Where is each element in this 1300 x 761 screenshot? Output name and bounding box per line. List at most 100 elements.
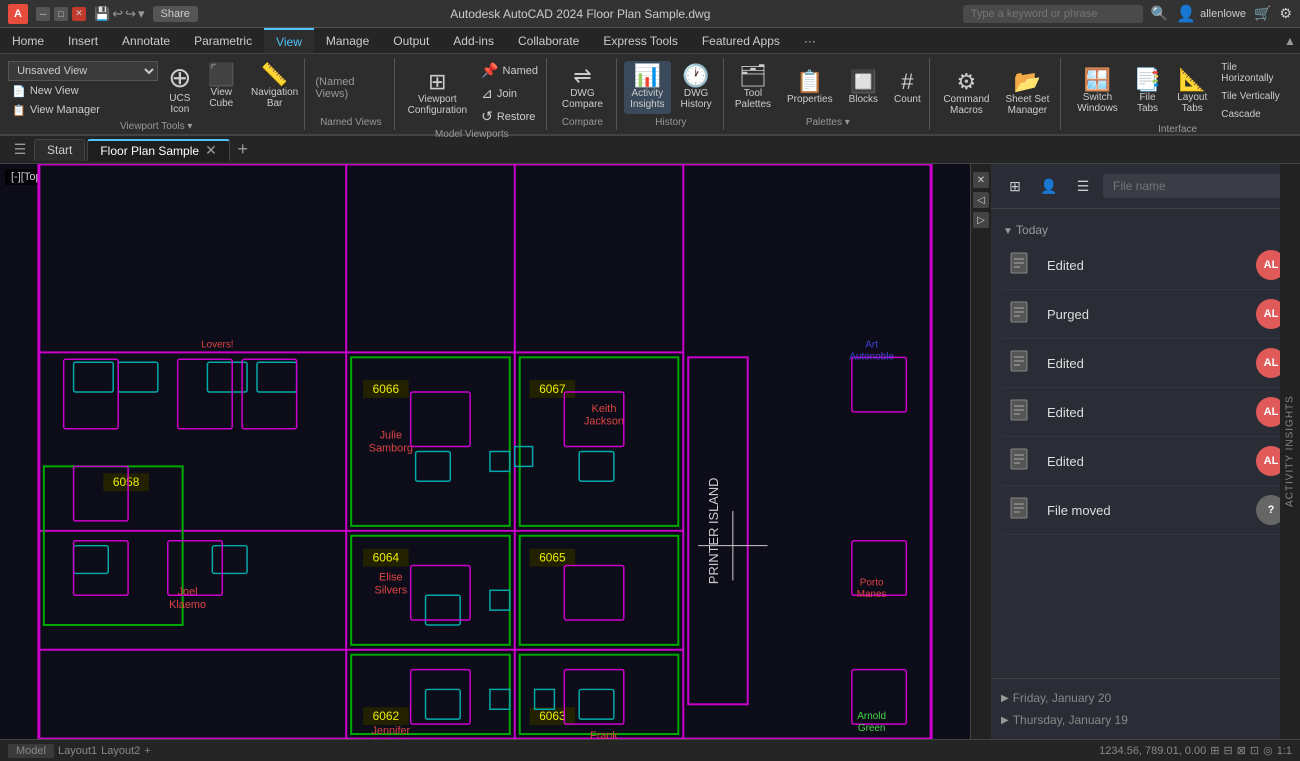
svg-text:6067: 6067 <box>539 382 565 396</box>
panel-search-input[interactable] <box>1103 174 1290 198</box>
svg-text:Green: Green <box>858 723 886 734</box>
section-today: ▼ Today <box>1001 223 1290 237</box>
restore-btn[interactable]: □ <box>54 7 68 21</box>
save-icon[interactable]: 💾 <box>94 6 110 22</box>
minimize-btn[interactable]: ─ <box>36 7 50 21</box>
tab-view[interactable]: View <box>264 28 314 53</box>
activity-insights-btn[interactable]: 📊 ActivityInsights <box>624 61 670 114</box>
tab-insert[interactable]: Insert <box>56 28 110 53</box>
tab-floor-plan[interactable]: Floor Plan Sample ✕ <box>87 139 229 161</box>
grid-btn[interactable]: ⊟ <box>1223 744 1232 757</box>
switch-windows-btn[interactable]: 🪟 SwitchWindows <box>1071 65 1124 118</box>
tool-palettes-btn[interactable]: 🗂 ToolPalettes <box>729 61 777 114</box>
ribbon-collapse-btn[interactable]: ▲ <box>1280 28 1300 53</box>
activity-item-purged[interactable]: Purged AL <box>1001 290 1290 339</box>
viewport-config-btn[interactable]: ⊞ ViewportConfiguration <box>402 67 473 120</box>
cascade-btn[interactable]: Cascade <box>1217 107 1284 122</box>
friday-section[interactable]: ▶ Friday, January 20 <box>1001 687 1290 709</box>
svg-text:Art: Art <box>865 339 878 350</box>
blocks-btn[interactable]: 🔲 Blocks <box>843 67 884 109</box>
panel-pin-btn[interactable]: ◁ <box>973 192 989 208</box>
user-info: 👤 allenlowe <box>1176 4 1246 24</box>
tab-parametric[interactable]: Parametric <box>182 28 264 53</box>
file-icon-4 <box>1005 445 1037 477</box>
file-tabs-btn[interactable]: 📑 FileTabs <box>1128 65 1167 118</box>
file-icon-purged <box>1005 298 1037 330</box>
activity-item-edited-1[interactable]: Edited AL <box>1001 241 1290 290</box>
ortho-btn[interactable]: ⊠ <box>1237 744 1246 757</box>
restore-btn2[interactable]: ↺Restore <box>477 106 542 127</box>
ucs-icon-btn[interactable]: ⊕ UCSIcon <box>162 60 197 119</box>
tab-output[interactable]: Output <box>381 28 441 53</box>
tab-close-btn[interactable]: ✕ <box>205 142 217 159</box>
view-dropdown[interactable]: Unsaved View <box>8 61 158 81</box>
undo-icon[interactable]: ↩ <box>112 6 123 22</box>
nav-bar-btn[interactable]: 📏 NavigationBar <box>245 60 304 119</box>
count-btn[interactable]: # Count <box>888 67 927 109</box>
svg-text:6062: 6062 <box>373 709 399 723</box>
panel-view-icon[interactable]: ⊞ <box>1001 172 1029 200</box>
ribbon-group-compare: ⇌ DWGCompare Compare <box>549 58 616 130</box>
tab-addins[interactable]: Add-ins <box>441 28 506 53</box>
dwg-history-btn[interactable]: 🕐 DWGHistory <box>675 61 718 114</box>
thursday-section[interactable]: ▶ Thursday, January 19 <box>1001 709 1290 731</box>
tab-start[interactable]: Start <box>34 139 85 161</box>
command-macros-btn[interactable]: ⚙ CommandMacros <box>937 67 995 120</box>
close-btn[interactable]: ✕ <box>72 7 86 21</box>
search-input[interactable] <box>963 5 1143 23</box>
tab-add-btn[interactable]: + <box>232 139 254 161</box>
file-icon-3 <box>1005 396 1037 428</box>
share-button[interactable]: Share <box>153 6 198 22</box>
title-text: Autodesk AutoCAD 2024 Floor Plan Sample.… <box>206 7 955 21</box>
named-views-label: Named Views <box>320 117 382 128</box>
named-btn[interactable]: 📌Named <box>477 60 542 81</box>
svg-text:Jackson: Jackson <box>584 416 624 428</box>
view-manager-btn[interactable]: 📋 View Manager <box>8 102 158 119</box>
model-tab[interactable]: Model <box>8 744 54 758</box>
history-label: History <box>655 117 686 128</box>
panel-list-icon[interactable]: ☰ <box>1069 172 1097 200</box>
dwg-compare-btn[interactable]: ⇌ DWGCompare <box>556 61 609 114</box>
new-view-btn[interactable]: 📄 New View <box>8 83 158 100</box>
panel-expand-btn[interactable]: ▷ <box>973 212 989 228</box>
tab-menu-btn[interactable]: ☰ <box>8 140 32 160</box>
tab-express[interactable]: Express Tools <box>591 28 689 53</box>
panel-user-icon[interactable]: 👤 <box>1035 172 1063 200</box>
svg-text:6058: 6058 <box>113 475 140 489</box>
ribbon-tabs: Home Insert Annotate Parametric View Man… <box>0 28 1300 54</box>
activity-item-edited-3[interactable]: Edited AL <box>1001 388 1290 437</box>
tab-manage[interactable]: Manage <box>314 28 381 53</box>
activity-item-edited-4[interactable]: Edited AL <box>1001 437 1290 486</box>
join-btn[interactable]: ⊿Join <box>477 83 542 104</box>
settings-icon[interactable]: ⚙ <box>1279 5 1292 22</box>
snap-btn[interactable]: ⊞ <box>1210 744 1219 757</box>
layout2-tab[interactable]: Layout2 <box>101 745 140 757</box>
tile-vertical-btn[interactable]: Tile Vertically <box>1217 89 1284 104</box>
add-layout-btn[interactable]: + <box>144 745 150 757</box>
tab-featured[interactable]: Featured Apps <box>690 28 792 53</box>
search-icon[interactable]: 🔍 <box>1151 5 1168 22</box>
polar-btn[interactable]: ⊡ <box>1250 744 1259 757</box>
tab-collaborate[interactable]: Collaborate <box>506 28 591 53</box>
file-icon-moved <box>1005 494 1037 526</box>
activity-item-file-moved[interactable]: File moved ? <box>1001 486 1290 535</box>
layout1-tab[interactable]: Layout1 <box>58 745 97 757</box>
redo-icon[interactable]: ↪ <box>125 6 136 22</box>
tab-bar: ☰ Start Floor Plan Sample ✕ + <box>0 136 1300 164</box>
app-icon: A <box>8 4 28 24</box>
tab-more[interactable]: ··· <box>792 28 828 53</box>
tab-annotate[interactable]: Annotate <box>110 28 182 53</box>
svg-text:6066: 6066 <box>373 382 400 396</box>
svg-text:Samborg: Samborg <box>369 442 413 454</box>
tile-horizontal-btn[interactable]: Tile Horizontally <box>1217 60 1284 86</box>
tab-home[interactable]: Home <box>0 28 56 53</box>
layout-tabs-btn[interactable]: 📐 LayoutTabs <box>1171 65 1213 118</box>
object-snap-btn[interactable]: ◎ <box>1263 744 1273 757</box>
more-icon[interactable]: ▾ <box>138 6 145 22</box>
properties-btn[interactable]: 📋 Properties <box>781 67 839 109</box>
view-cube-btn[interactable]: ⬛ ViewCube <box>202 60 241 119</box>
activity-item-edited-2[interactable]: Edited AL <box>1001 339 1290 388</box>
sheet-set-btn[interactable]: 📂 Sheet SetManager <box>999 67 1055 120</box>
cart-icon[interactable]: 🛒 <box>1254 5 1271 22</box>
panel-close-btn[interactable]: ✕ <box>973 172 989 188</box>
